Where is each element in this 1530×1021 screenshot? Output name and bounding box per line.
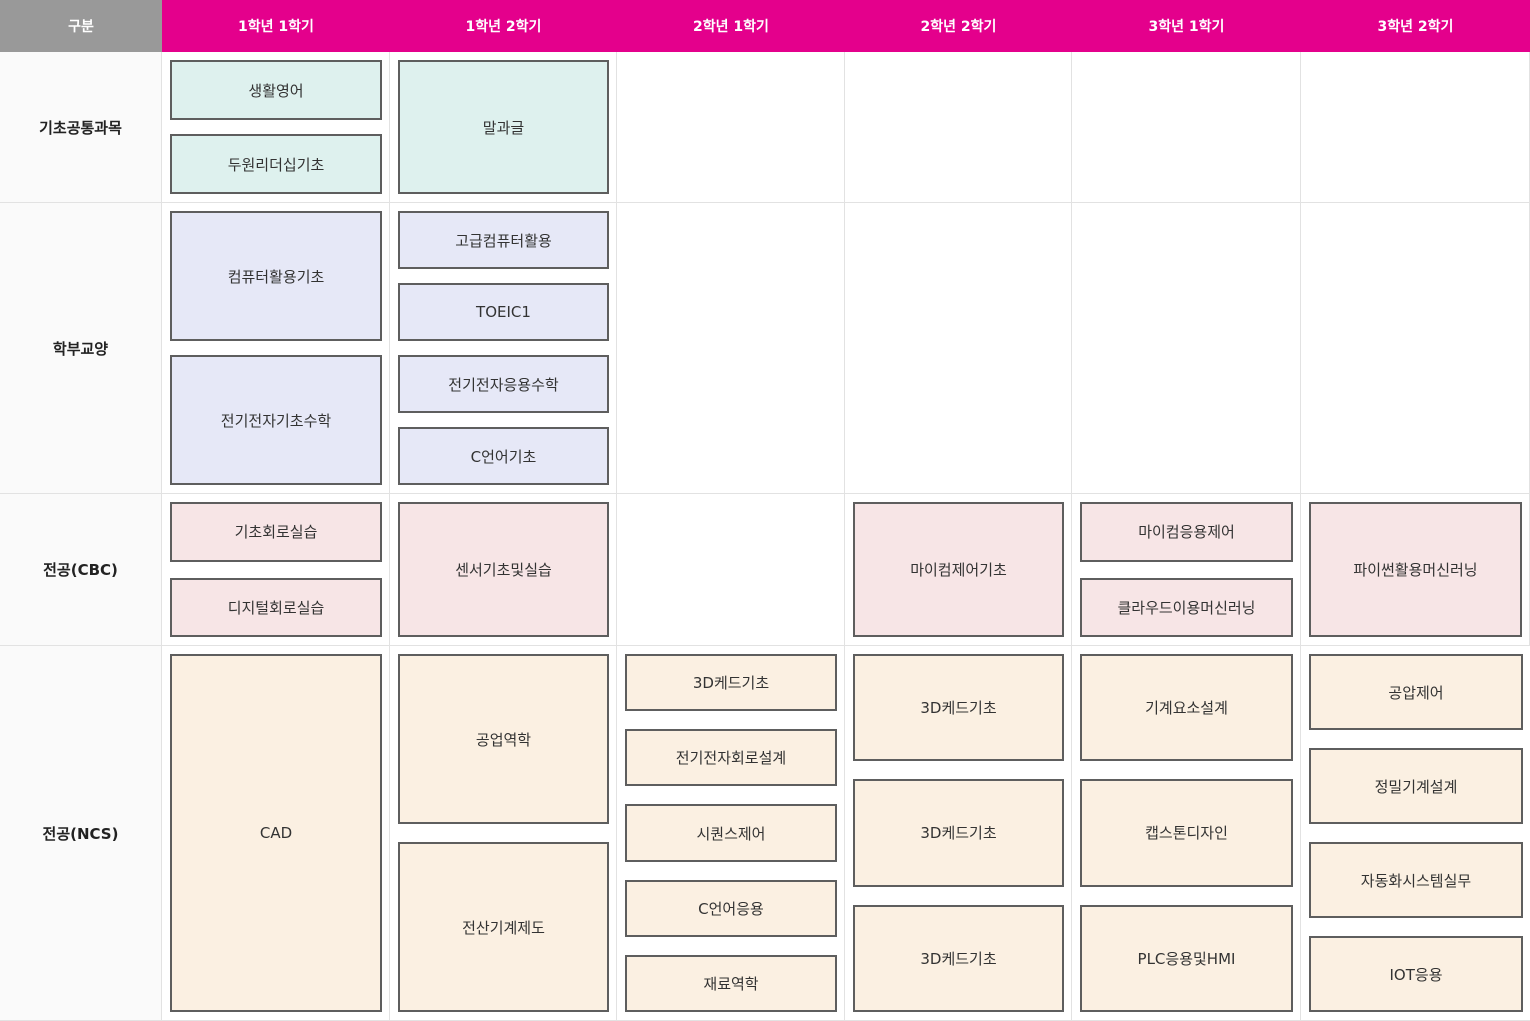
course-box: 3D케드기초 <box>853 904 1064 1012</box>
header-term-1-1: 1학년 1학기 <box>162 0 390 52</box>
course-cell <box>1072 203 1301 494</box>
header-term-3-2: 3학년 2학기 <box>1301 0 1530 52</box>
course-box: 생활영어 <box>170 60 382 120</box>
course-cell: 생활영어두원리더십기초 <box>162 52 390 203</box>
course-box: 재료역학 <box>625 954 837 1013</box>
course-cell: 기계요소설계캡스톤디자인 PLC응용및HMI <box>1072 646 1301 1021</box>
course-box: 전기전자응용수학 <box>398 355 609 413</box>
row-label-basic-common: 기초공통과목 <box>0 52 162 203</box>
row-label-major-ncs: 전공(NCS) <box>0 646 162 1021</box>
course-cell: 컴퓨터활용기초전기전자기초수학 <box>162 203 390 494</box>
course-cell <box>617 203 845 494</box>
row-label-major-cbc: 전공(CBC) <box>0 494 162 646</box>
course-box: TOEIC1 <box>398 283 609 341</box>
course-box: 3D케드기초 <box>853 654 1064 762</box>
course-box: 파이썬활용머신러닝 <box>1309 502 1522 637</box>
course-cell: 고급컴퓨터활용 TOEIC1 전기전자응용수학 C언어기초 <box>390 203 617 494</box>
course-cell: 파이썬활용머신러닝 <box>1301 494 1530 646</box>
course-box: PLC응용및HMI <box>1080 904 1293 1012</box>
course-box: 마이컴제어기초 <box>853 502 1064 637</box>
course-box: 전산기계제도 <box>398 842 609 1012</box>
row-label-liberal-arts: 학부교양 <box>0 203 162 494</box>
curriculum-table: 구분 1학년 1학기 1학년 2학기 2학년 1학기 2학년 2학기 3학년 1… <box>0 0 1530 1021</box>
header-term-2-2: 2학년 2학기 <box>845 0 1072 52</box>
course-cell: 마이컴제어기초 <box>845 494 1072 646</box>
course-box: 기계요소설계 <box>1080 654 1293 762</box>
header-term-2-1: 2학년 1학기 <box>617 0 845 52</box>
course-box: 3D케드기초 <box>853 779 1064 887</box>
course-cell <box>1301 203 1530 494</box>
header-category: 구분 <box>0 0 162 52</box>
course-cell: 말과글 <box>390 52 617 203</box>
course-box: 공업역학 <box>398 654 609 824</box>
course-box: 공압제어 <box>1309 654 1523 730</box>
course-cell <box>845 52 1072 203</box>
course-cell: 마이컴응용제어클라우드이용머신러닝 <box>1072 494 1301 646</box>
course-box: 두원리더십기초 <box>170 134 382 194</box>
course-box: 기초회로실습 <box>170 502 382 562</box>
course-cell <box>845 203 1072 494</box>
course-box: 자동화시스템실무 <box>1309 842 1523 918</box>
course-box: C언어기초 <box>398 427 609 485</box>
course-box: 말과글 <box>398 60 609 194</box>
course-box: 캡스톤디자인 <box>1080 779 1293 887</box>
header-term-1-2: 1학년 2학기 <box>390 0 617 52</box>
course-box: 컴퓨터활용기초 <box>170 211 382 341</box>
course-cell: 3D케드기초전기전자회로설계시퀀스제어 C언어응용재료역학 <box>617 646 845 1021</box>
course-cell: 공업역학전산기계제도 <box>390 646 617 1021</box>
course-box: 전기전자기초수학 <box>170 355 382 485</box>
course-box: 시퀀스제어 <box>625 804 837 862</box>
course-cell <box>617 52 845 203</box>
course-cell <box>1072 52 1301 203</box>
course-box: 디지털회로실습 <box>170 577 382 637</box>
course-cell: 공압제어정밀기계설계자동화시스템실무 IOT응용 <box>1301 646 1530 1021</box>
course-box: CAD <box>170 654 382 1012</box>
course-box: C언어응용 <box>625 879 837 937</box>
course-box: 마이컴응용제어 <box>1080 502 1293 562</box>
course-cell: 센서기초및실습 <box>390 494 617 646</box>
course-cell <box>1301 52 1530 203</box>
course-box: 전기전자회로설계 <box>625 729 837 787</box>
course-box: 3D케드기초 <box>625 654 837 712</box>
course-box: 정밀기계설계 <box>1309 748 1523 824</box>
course-box: 클라우드이용머신러닝 <box>1080 577 1293 637</box>
course-box: 고급컴퓨터활용 <box>398 211 609 269</box>
course-box: IOT응용 <box>1309 936 1523 1012</box>
course-box: 센서기초및실습 <box>398 502 609 637</box>
course-cell: 기초회로실습디지털회로실습 <box>162 494 390 646</box>
course-cell <box>617 494 845 646</box>
course-cell: CAD <box>162 646 390 1021</box>
course-cell: 3D케드기초 3D케드기초 3D케드기초 <box>845 646 1072 1021</box>
header-term-3-1: 3학년 1학기 <box>1072 0 1301 52</box>
